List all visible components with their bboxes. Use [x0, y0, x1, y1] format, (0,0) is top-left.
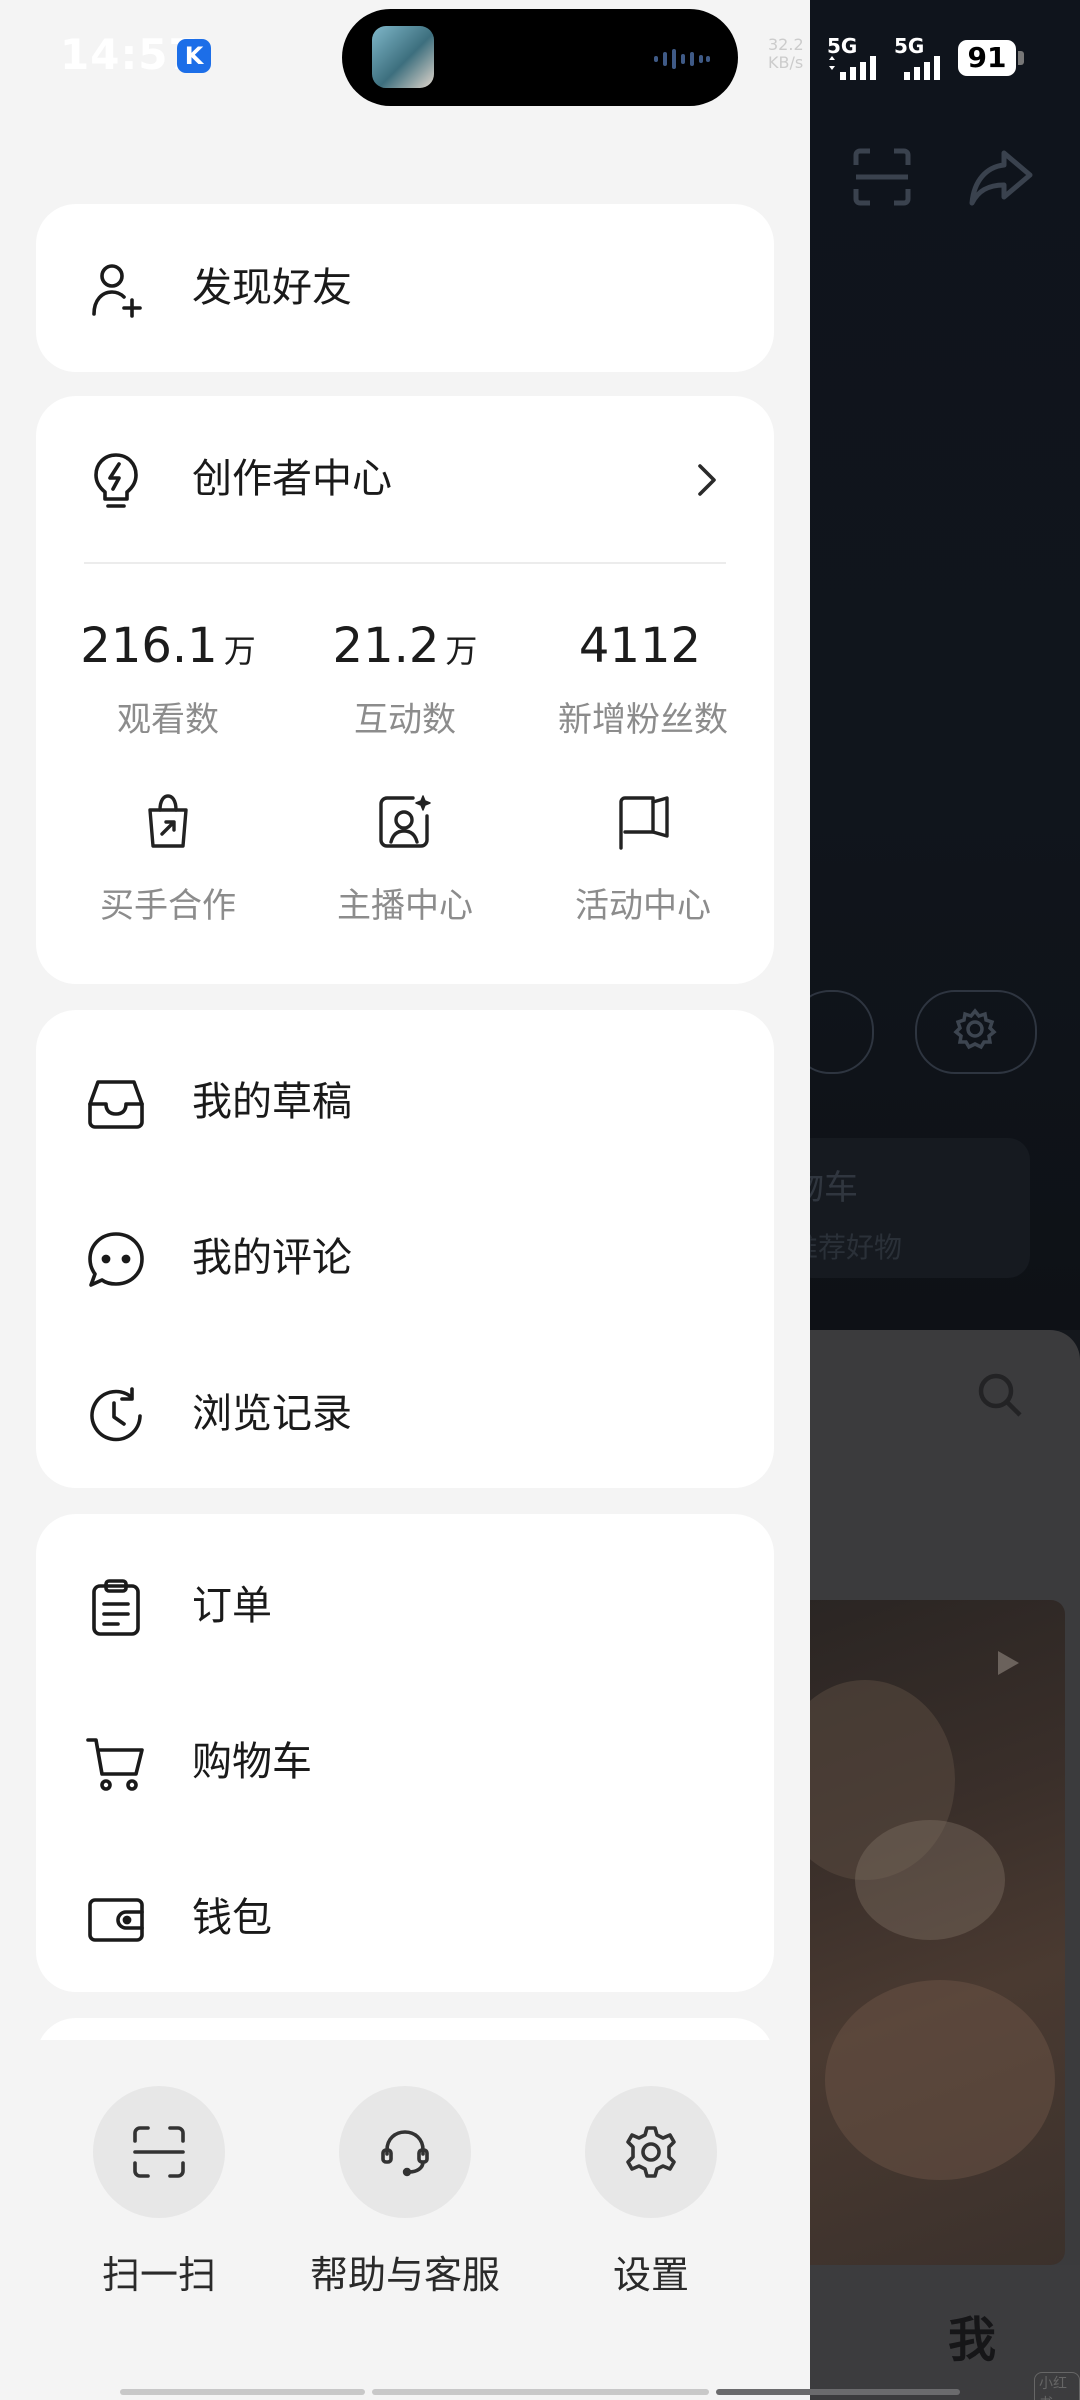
menu-label: 订单 — [192, 1583, 272, 1629]
background-video-thumbnail[interactable] — [795, 1600, 1065, 2265]
flag-icon — [619, 796, 669, 850]
help-label: 帮助与客服 — [309, 2253, 500, 2297]
settings-button[interactable]: 设置 — [526, 2086, 776, 2299]
shopping-bag-icon — [148, 794, 188, 848]
stat-views[interactable]: 216.1 万 观看数 — [48, 614, 288, 741]
network-type-1: 5G — [827, 34, 858, 58]
gesture-line — [120, 2389, 365, 2395]
scan-icon — [133, 2126, 185, 2178]
menu-item-wallet[interactable]: 钱包 — [36, 1843, 774, 1993]
shop-menu-card: 订单 购物车 钱包 — [36, 1514, 774, 1992]
stat-label: 新增粉丝数 — [558, 700, 728, 740]
tool-label: 主播中心 — [337, 886, 473, 926]
stat-new-followers[interactable]: 4112 新增粉丝数 — [523, 614, 763, 741]
content-menu-card: 我的草稿 我的评论 浏览记录 — [36, 1010, 774, 1488]
signal-icon — [829, 56, 876, 80]
help-service-button[interactable]: 帮助与客服 — [280, 2086, 530, 2299]
speed-unit: KB/s — [768, 53, 804, 72]
menu-label: 购物车 — [192, 1739, 312, 1785]
headset-icon — [381, 2130, 429, 2177]
stat-value: 4112 — [578, 618, 702, 674]
stat-unit: 万 — [223, 632, 256, 670]
play-icon — [998, 1651, 1019, 1675]
side-drawer: 发现好友 创作者中心 216.1万 观看数 21.2万 互动数 4112 新 — [0, 0, 810, 2400]
tool-buyer-cooperation[interactable]: 买手合作 — [48, 792, 288, 927]
menu-item-history[interactable]: 浏览记录 — [36, 1339, 774, 1489]
status-right-cluster: 32.2 KB/s 5G 5G 91 — [768, 30, 1068, 90]
menu-label: 我的评论 — [192, 1235, 352, 1281]
gear-icon — [626, 2126, 676, 2178]
tool-label: 买手合作 — [100, 886, 236, 926]
menu-item-drafts[interactable]: 我的草稿 — [36, 1027, 774, 1177]
stat-label: 互动数 — [354, 700, 456, 740]
creator-center-row[interactable]: 创作者中心 — [36, 404, 774, 554]
gear-icon — [953, 1008, 997, 1050]
cart-icon — [86, 1738, 144, 1791]
inbox-tray-icon — [88, 1080, 144, 1129]
scan-icon[interactable] — [850, 145, 914, 209]
battery-level: 91 — [958, 40, 1016, 76]
chevron-right-icon — [698, 464, 716, 496]
menu-item-cart[interactable]: 购物车 — [36, 1687, 774, 1837]
add-user-icon — [92, 264, 142, 318]
tool-activity-center[interactable]: 活动中心 — [523, 792, 763, 927]
stat-value: 21.2 — [332, 618, 440, 674]
menu-item-orders[interactable]: 订单 — [36, 1531, 774, 1681]
menu-item-comments[interactable]: 我的评论 — [36, 1183, 774, 1333]
menu-label: 浏览记录 — [192, 1391, 352, 1437]
network-type-2: 5G — [894, 34, 925, 58]
tab-me[interactable]: 我 — [948, 2300, 996, 2370]
find-friends-label: 发现好友 — [192, 265, 352, 311]
watermark: 小红书 — [1034, 2372, 1080, 2400]
music-cover-thumbnail — [372, 26, 434, 88]
search-icon[interactable] — [975, 1370, 1025, 1420]
gesture-line — [372, 2389, 709, 2395]
tool-label: 活动中心 — [575, 886, 711, 926]
divider — [84, 562, 726, 564]
settings-circle[interactable] — [585, 2086, 717, 2218]
comment-bubble-icon — [88, 1232, 144, 1287]
stat-value: 216.1 — [80, 618, 218, 674]
lightning-bulb-icon — [94, 453, 138, 508]
network-speed: 32.2 KB/s — [768, 36, 818, 72]
stat-label: 观看数 — [117, 700, 219, 740]
creator-center-title: 创作者中心 — [192, 456, 392, 502]
gesture-line — [716, 2389, 960, 2395]
history-clock-icon — [90, 1387, 142, 1442]
clipboard-icon — [92, 1579, 140, 1636]
help-circle[interactable] — [339, 2086, 471, 2218]
anchor-portrait-icon — [379, 795, 431, 848]
menu-label: 我的草稿 — [192, 1079, 352, 1125]
audio-wave-icon — [654, 49, 710, 69]
scan-circle[interactable] — [93, 2086, 225, 2218]
menu-label: 钱包 — [192, 1895, 272, 1941]
bottom-actions-bar: 扫一扫 帮助与客服 设置 — [0, 2040, 810, 2400]
find-friends-row[interactable]: 发现好友 — [36, 213, 774, 363]
find-friends-card[interactable]: 发现好友 — [36, 204, 774, 372]
scan-label: 扫一扫 — [101, 2253, 216, 2297]
stat-interactions[interactable]: 21.2 万 互动数 — [285, 614, 525, 741]
dynamic-island[interactable] — [342, 9, 738, 106]
signal-icon — [904, 56, 940, 80]
battery-tip — [1018, 51, 1024, 65]
speed-value: 32.2 — [768, 35, 804, 54]
scan-button[interactable]: 扫一扫 — [34, 2086, 284, 2299]
creator-center-card: 创作者中心 216.1 万 观看数 21.2 万 互动数 4112 新增粉丝数 买手… — [36, 396, 774, 984]
settings-label: 设置 — [612, 2253, 689, 2297]
stat-unit: 万 — [445, 632, 478, 670]
share-icon[interactable] — [966, 145, 1036, 209]
wallet-icon — [88, 1898, 144, 1942]
tool-anchor-center[interactable]: 主播中心 — [285, 792, 525, 927]
app-notification-badge: K — [177, 39, 211, 73]
